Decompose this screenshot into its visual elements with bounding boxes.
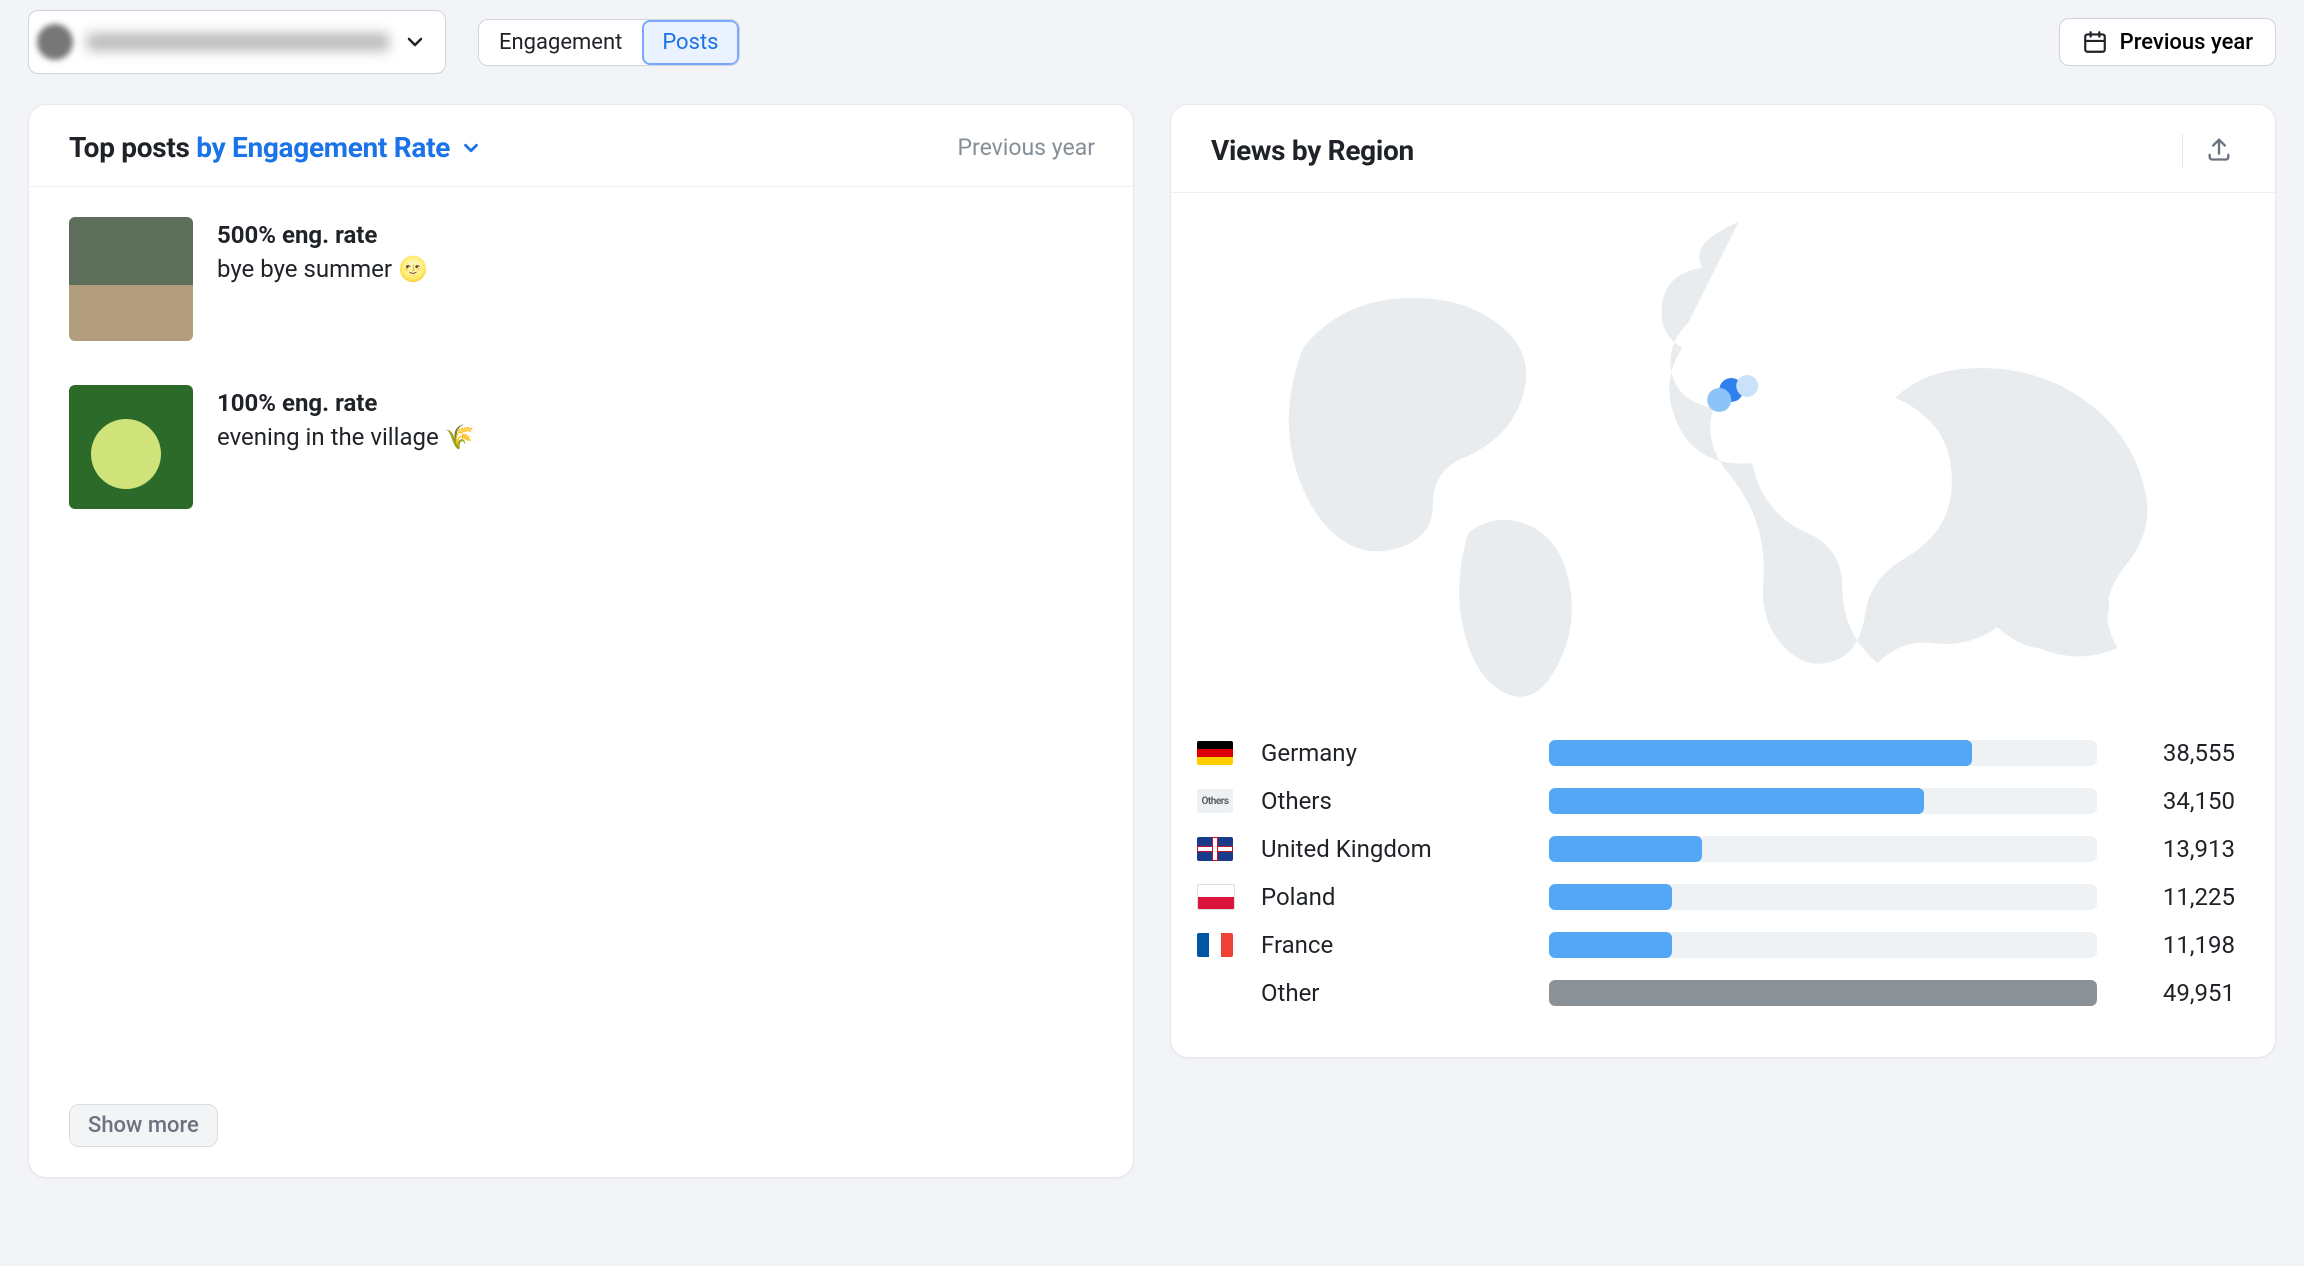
views-by-region-card: Views by Region xyxy=(1170,104,2276,1058)
region-name: Poland xyxy=(1261,883,1531,911)
top-posts-card: Top posts by Engagement Rate Previous ye… xyxy=(28,104,1134,1178)
view-tabs: Engagement Posts xyxy=(478,19,740,66)
post-item[interactable]: 500% eng. rate bye bye summer 🌝 xyxy=(69,217,1093,341)
flag-icon xyxy=(1197,884,1235,910)
region-name: Other xyxy=(1261,979,1531,1007)
region-name: France xyxy=(1261,931,1531,959)
region-name: Others xyxy=(1261,787,1531,815)
region-row: Others Others 34,150 xyxy=(1193,777,2235,825)
flag-icon xyxy=(1197,741,1233,765)
region-value: 11,198 xyxy=(2115,931,2235,959)
region-bar xyxy=(1549,932,2097,958)
region-row: France 11,198 xyxy=(1193,921,2235,969)
tab-posts[interactable]: Posts xyxy=(642,20,738,65)
world-map-icon xyxy=(1233,213,2193,723)
chevron-down-icon xyxy=(403,30,427,54)
export-icon xyxy=(2205,135,2233,163)
divider xyxy=(2182,134,2183,168)
region-bar xyxy=(1549,884,2097,910)
region-bar xyxy=(1549,740,2097,766)
post-thumbnail xyxy=(69,385,193,509)
region-name: Germany xyxy=(1261,739,1531,767)
region-row: Germany 38,555 xyxy=(1193,729,2235,777)
post-caption: bye bye summer 🌝 xyxy=(217,255,428,283)
post-rate: 500% eng. rate xyxy=(217,221,428,249)
region-row: Other 49,951 xyxy=(1193,969,2235,1017)
metric-selector-label: by Engagement Rate xyxy=(196,131,450,164)
account-selector[interactable] xyxy=(28,10,446,74)
avatar xyxy=(37,24,73,60)
region-bar xyxy=(1549,788,2097,814)
region-bar xyxy=(1549,980,2097,1006)
metric-selector[interactable]: by Engagement Rate xyxy=(196,131,482,164)
region-value: 49,951 xyxy=(2115,979,2235,1007)
toolbar: Engagement Posts Previous year xyxy=(28,10,2276,74)
region-row: United Kingdom 13,913 xyxy=(1193,825,2235,873)
region-row: Poland 11,225 xyxy=(1193,873,2235,921)
post-caption: evening in the village 🌾 xyxy=(217,423,475,451)
region-value: 13,913 xyxy=(2115,835,2235,863)
region-name: United Kingdom xyxy=(1261,835,1531,863)
world-map xyxy=(1191,213,2235,723)
show-more-button[interactable]: Show more xyxy=(69,1104,218,1147)
account-name xyxy=(87,33,389,51)
top-posts-title-prefix: Top posts xyxy=(69,131,196,164)
post-thumbnail xyxy=(69,217,193,341)
posts-list: 500% eng. rate bye bye summer 🌝 100% eng. … xyxy=(69,217,1093,553)
tab-engagement[interactable]: Engagement xyxy=(479,20,642,65)
chevron-down-icon xyxy=(460,137,482,159)
top-posts-period: Previous year xyxy=(958,134,1095,161)
post-rate: 100% eng. rate xyxy=(217,389,475,417)
region-value: 34,150 xyxy=(2115,787,2235,815)
flag-icon xyxy=(1197,933,1233,957)
region-bar xyxy=(1549,836,2097,862)
top-posts-title: Top posts by Engagement Rate xyxy=(69,131,482,164)
flag-icon xyxy=(1197,837,1233,861)
region-list: Germany 38,555 Others Others 34,150 United Ki… xyxy=(1191,723,2235,1017)
post-item[interactable]: 100% eng. rate evening in the village 🌾 xyxy=(69,385,1093,509)
calendar-icon xyxy=(2082,29,2108,55)
flag-icon: Others xyxy=(1197,789,1233,813)
region-value: 38,555 xyxy=(2115,739,2235,767)
date-range-label: Previous year xyxy=(2120,30,2253,55)
export-button[interactable] xyxy=(2201,131,2237,170)
region-card-title: Views by Region xyxy=(1211,134,1414,167)
region-value: 11,225 xyxy=(2115,883,2235,911)
date-range-button[interactable]: Previous year xyxy=(2059,18,2276,66)
